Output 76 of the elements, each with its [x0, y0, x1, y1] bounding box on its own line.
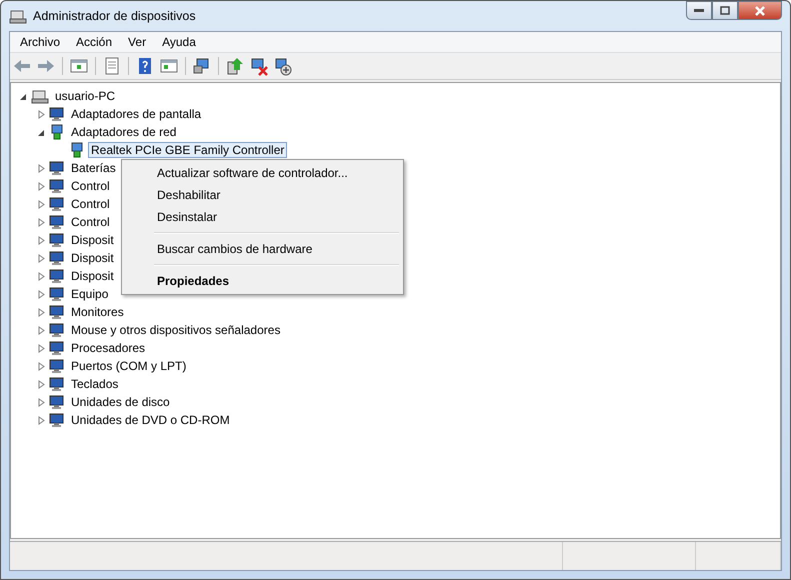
maximize-icon: [720, 6, 730, 15]
tree-item[interactable]: Control: [68, 214, 113, 230]
tree-item[interactable]: Baterías: [68, 160, 119, 176]
collapse-arrow-icon[interactable]: [37, 128, 46, 136]
tree-item[interactable]: Puertos (COM y LPT): [68, 358, 190, 374]
monitor-icon: [49, 160, 65, 176]
expand-arrow-icon[interactable]: [37, 362, 46, 370]
expand-arrow-icon[interactable]: [37, 110, 46, 118]
monitor-icon: [49, 106, 65, 122]
uninstall-icon[interactable]: [249, 56, 269, 76]
monitor-icon: [49, 412, 65, 428]
monitor-icon: [49, 340, 65, 356]
tree-item[interactable]: Equipo: [68, 286, 112, 302]
monitor-icon: [49, 196, 65, 212]
network-adapter-icon: [49, 124, 65, 140]
tree-item[interactable]: Mouse y otros dispositivos señaladores: [68, 322, 284, 338]
menu-item[interactable]: Archivo: [12, 35, 68, 49]
tree-item[interactable]: Realtek PCIe GBE Family Controller: [88, 142, 288, 158]
tree-item[interactable]: Disposit: [68, 268, 117, 284]
network-adapter-icon: [69, 142, 85, 158]
window-title: Administrador de dispositivos: [33, 9, 196, 23]
close-button[interactable]: [738, 1, 782, 20]
expand-arrow-icon[interactable]: [37, 272, 46, 280]
close-icon: [754, 6, 766, 16]
menu-item[interactable]: Ver: [120, 35, 154, 49]
context-menu-item[interactable]: Actualizar software de controlador...: [124, 162, 401, 184]
expand-arrow-icon[interactable]: [37, 236, 46, 244]
context-menu-item[interactable]: Buscar cambios de hardware: [124, 238, 401, 260]
tree-item[interactable]: Monitores: [68, 304, 127, 320]
expand-arrow-icon[interactable]: [37, 308, 46, 316]
collapse-arrow-icon[interactable]: [19, 92, 28, 100]
expand-arrow-icon[interactable]: [37, 164, 46, 172]
menu-item[interactable]: Ayuda: [154, 35, 204, 49]
update-driver-icon[interactable]: [225, 56, 245, 76]
monitor-icon: [49, 232, 65, 248]
monitor-icon: [49, 358, 65, 374]
expand-arrow-icon[interactable]: [37, 182, 46, 190]
minimize-icon: [694, 8, 704, 12]
monitor-icon: [49, 376, 65, 392]
tree-item[interactable]: Disposit: [68, 250, 117, 266]
context-menu-item[interactable]: Desinstalar: [124, 206, 401, 228]
enable-device-icon[interactable]: [273, 56, 293, 76]
minimize-button[interactable]: [686, 1, 712, 20]
tree-item[interactable]: Control: [68, 196, 113, 212]
expand-arrow-icon[interactable]: [37, 326, 46, 334]
tree-item[interactable]: usuario-PC: [52, 88, 118, 104]
expand-arrow-icon[interactable]: [37, 344, 46, 352]
tree-item[interactable]: Unidades de DVD o CD-ROM: [68, 412, 233, 428]
expand-arrow-icon[interactable]: [37, 218, 46, 226]
monitor-icon: [49, 178, 65, 194]
menu-item[interactable]: Acción: [68, 35, 120, 49]
expand-arrow-icon[interactable]: [37, 416, 46, 424]
monitor-icon: [49, 322, 65, 338]
expand-arrow-icon[interactable]: [37, 200, 46, 208]
maximize-button[interactable]: [712, 1, 738, 20]
expand-arrow-icon[interactable]: [37, 398, 46, 406]
monitor-icon: [49, 250, 65, 266]
monitor-icon: [49, 304, 65, 320]
tree-item[interactable]: Disposit: [68, 232, 117, 248]
expand-arrow-icon[interactable]: [37, 380, 46, 388]
tree-item[interactable]: Adaptadores de red: [68, 124, 180, 140]
monitor-icon: [49, 286, 65, 302]
tree-item[interactable]: Teclados: [68, 376, 122, 392]
tree-item[interactable]: Unidades de disco: [68, 394, 173, 410]
monitor-icon: [49, 394, 65, 410]
computer-icon: [31, 88, 49, 104]
tree-item[interactable]: Adaptadores de pantalla: [68, 106, 204, 122]
monitor-icon: [49, 268, 65, 284]
monitor-icon: [49, 214, 65, 230]
tree-item[interactable]: Procesadores: [68, 340, 148, 356]
context-menu-item[interactable]: Propiedades: [124, 270, 401, 292]
expand-arrow-icon[interactable]: [37, 290, 46, 298]
context-menu-item[interactable]: Deshabilitar: [124, 184, 401, 206]
expand-arrow-icon[interactable]: [37, 254, 46, 262]
tree-item[interactable]: Control: [68, 178, 113, 194]
device-manager-icon: [9, 8, 27, 24]
